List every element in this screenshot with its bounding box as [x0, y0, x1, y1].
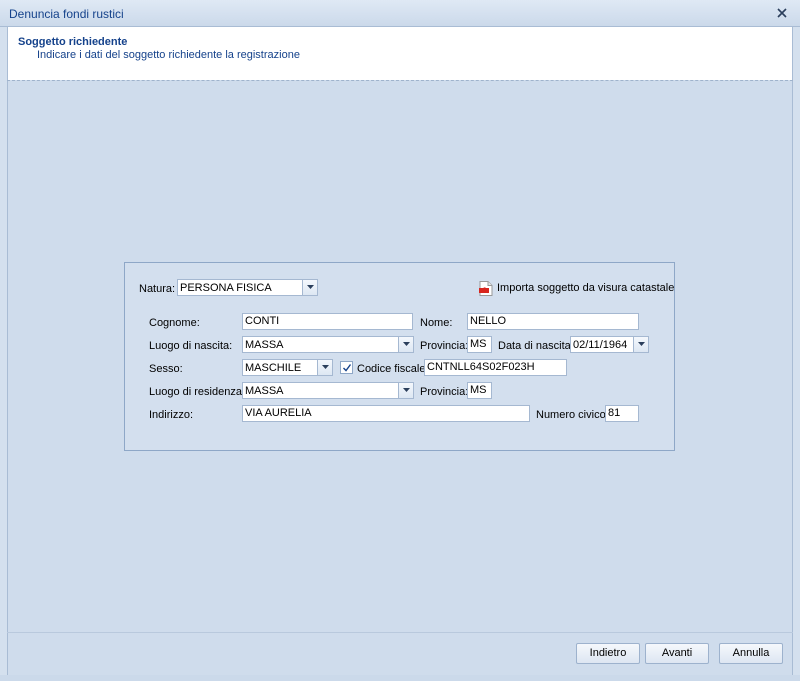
cancel-button[interactable]: Annulla [719, 643, 783, 664]
window-left-edge [0, 27, 7, 675]
luogo-nascita-dropdown-button[interactable] [398, 337, 413, 352]
chevron-down-icon [403, 342, 410, 346]
indirizzo-label: Indirizzo: [149, 409, 194, 421]
sesso-select[interactable]: MASCHILE [242, 359, 333, 376]
nome-field[interactable]: NELLO [467, 313, 639, 330]
luogo-residenza-label: Luogo di residenza: [149, 386, 246, 398]
data-nascita-label: Data di nascita: [498, 340, 574, 352]
luogo-residenza-dropdown-button[interactable] [398, 383, 413, 398]
import-visura-label: Importa soggetto da visura catastale [497, 282, 675, 294]
provincia-residenza-field[interactable]: MS [467, 382, 492, 399]
title-bar: Denuncia fondi rustici [0, 0, 800, 27]
data-nascita-value: 02/11/1964 [573, 339, 628, 351]
chevron-down-icon [638, 342, 645, 346]
window-bottom-edge [0, 675, 800, 681]
codice-fiscale-checkbox[interactable] [340, 361, 353, 374]
numero-civico-label: Numero civico: [536, 409, 609, 421]
numero-civico-field[interactable]: 81 [605, 405, 639, 422]
luogo-nascita-select[interactable]: MASSA [242, 336, 414, 353]
wizard-header: Soggetto richiedente Indicare i dati del… [7, 27, 793, 80]
next-button[interactable]: Avanti [645, 643, 709, 664]
page-subtitle: Indicare i dati del soggetto richiedente… [37, 49, 300, 61]
data-nascita-dropdown-button[interactable] [633, 337, 648, 352]
sesso-dropdown-button[interactable] [317, 360, 332, 375]
provincia-residenza-label: Provincia: [420, 386, 469, 398]
close-icon[interactable] [776, 7, 788, 19]
window-title: Denuncia fondi rustici [9, 7, 124, 21]
cognome-field[interactable]: CONTI [242, 313, 413, 330]
provincia-nascita-field[interactable]: MS [467, 336, 492, 353]
window-right-edge [793, 27, 800, 675]
sesso-label: Sesso: [149, 363, 183, 375]
nome-label: Nome: [420, 317, 453, 329]
indirizzo-field[interactable]: VIA AURELIA [242, 405, 530, 422]
sesso-value: MASCHILE [245, 362, 302, 374]
data-nascita-picker[interactable]: 02/11/1964 [570, 336, 649, 353]
chevron-down-icon [307, 285, 314, 289]
natura-label: Natura: [139, 283, 176, 295]
natura-dropdown-button[interactable] [302, 280, 317, 295]
chevron-down-icon [322, 365, 329, 369]
checkmark-icon [343, 364, 352, 372]
back-button[interactable]: Indietro [576, 643, 640, 664]
page-title: Soggetto richiedente [18, 36, 128, 48]
codice-fiscale-label: Codice fiscale: [357, 363, 429, 375]
provincia-nascita-label: Provincia: [420, 340, 469, 352]
natura-select[interactable]: PERSONA FISICA [177, 279, 318, 296]
luogo-nascita-label: Luogo di nascita: [149, 340, 233, 352]
luogo-residenza-value: MASSA [245, 385, 284, 397]
pdf-icon [479, 281, 493, 296]
luogo-nascita-value: MASSA [245, 339, 284, 351]
codice-fiscale-field[interactable]: CNTNLL64S02F023H [424, 359, 567, 376]
chevron-down-icon [403, 388, 410, 392]
cognome-label: Cognome: [149, 317, 200, 329]
luogo-residenza-select[interactable]: MASSA [242, 382, 414, 399]
natura-value: PERSONA FISICA [180, 282, 272, 294]
